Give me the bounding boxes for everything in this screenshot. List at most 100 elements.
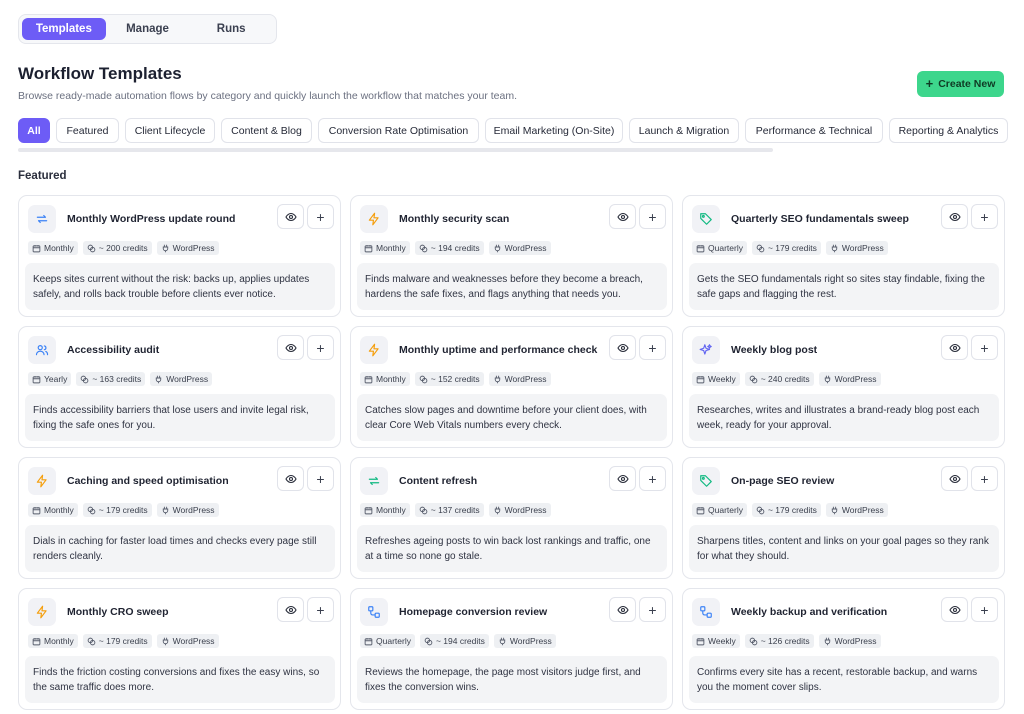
filter-reporting-analytics[interactable]: Reporting & Analytics: [889, 118, 1008, 143]
card-meta: Weekly ~ 126 credits WordPress: [692, 634, 881, 648]
coins-icon: [749, 637, 758, 645]
plus-icon: +: [316, 601, 325, 618]
plug-icon: [831, 244, 838, 252]
plus-icon: +: [980, 470, 989, 487]
platform-text: WordPress: [841, 505, 884, 515]
calendar-icon: [364, 244, 373, 252]
bolt-icon: [28, 598, 56, 626]
template-card[interactable]: Caching and speed optimisation + Monthly…: [18, 457, 341, 579]
template-card[interactable]: Content refresh + Monthly ~ 137 credits …: [350, 457, 673, 579]
plug-icon: [824, 375, 830, 383]
tab-templates[interactable]: Templates: [22, 18, 106, 40]
add-button[interactable]: +: [307, 204, 334, 229]
filter-scrollbar[interactable]: [18, 148, 773, 152]
preview-button[interactable]: [277, 466, 304, 491]
tag-icon: [692, 205, 720, 233]
card-meta: Yearly ~ 163 credits WordPress: [28, 372, 213, 386]
card-title: Homepage conversion review: [399, 606, 548, 618]
card-description: Researches, writes and illustrates a bra…: [689, 394, 999, 441]
template-card[interactable]: Homepage conversion review + Quarterly ~…: [350, 588, 673, 710]
template-card[interactable]: Monthly WordPress update round + Monthly…: [18, 195, 341, 317]
credits-text: ~ 179 credits: [767, 505, 817, 515]
calendar-icon: [364, 637, 373, 645]
preview-button[interactable]: [609, 466, 636, 491]
add-button[interactable]: +: [307, 466, 334, 491]
filter-content-blog[interactable]: Content & Blog: [221, 118, 312, 143]
platform-text: WordPress: [504, 374, 547, 384]
add-button[interactable]: +: [639, 466, 666, 491]
preview-button[interactable]: [941, 466, 968, 491]
preview-button[interactable]: [609, 335, 636, 360]
filter-client-lifecycle[interactable]: Client Lifecycle: [125, 118, 215, 143]
frequency-text: Monthly: [376, 243, 406, 253]
add-button[interactable]: +: [307, 597, 334, 622]
template-card[interactable]: Quarterly SEO fundamentals sweep + Quart…: [682, 195, 1005, 317]
frequency-text: Weekly: [708, 374, 736, 384]
template-card[interactable]: Monthly CRO sweep + Monthly ~ 179 credit…: [18, 588, 341, 710]
card-description: Confirms every site has a recent, restor…: [689, 656, 999, 703]
card-title: Monthly CRO sweep: [67, 606, 169, 618]
frequency-text: Weekly: [708, 636, 736, 646]
add-button[interactable]: +: [639, 204, 666, 229]
frequency-badge: Monthly: [28, 503, 78, 517]
filter-featured[interactable]: Featured: [56, 118, 119, 143]
filter-email-marketing[interactable]: Email Marketing (On-Site): [485, 118, 623, 143]
template-card[interactable]: Monthly uptime and performance check + M…: [350, 326, 673, 448]
tab-runs[interactable]: Runs: [189, 18, 273, 40]
plus-icon: +: [980, 208, 989, 225]
preview-button[interactable]: [609, 597, 636, 622]
card-title: On-page SEO review: [731, 475, 835, 487]
eye-icon: [948, 343, 961, 352]
frequency-text: Yearly: [44, 374, 68, 384]
calendar-icon: [696, 506, 705, 514]
credits-text: ~ 194 credits: [430, 243, 480, 253]
filter-conversion-rate-optimisation[interactable]: Conversion Rate Optimisation: [318, 118, 479, 143]
create-new-button[interactable]: + Create New: [917, 71, 1004, 97]
card-title: Accessibility audit: [67, 344, 160, 356]
frequency-text: Quarterly: [708, 243, 743, 253]
template-card[interactable]: Accessibility audit + Yearly ~ 163 credi…: [18, 326, 341, 448]
preview-button[interactable]: [277, 335, 304, 360]
preview-button[interactable]: [609, 204, 636, 229]
page-title: Workflow Templates: [18, 64, 182, 83]
eye-icon: [616, 343, 629, 352]
preview-button[interactable]: [277, 597, 304, 622]
add-button[interactable]: +: [971, 597, 998, 622]
frequency-badge: Yearly: [28, 372, 72, 386]
calendar-icon: [32, 375, 41, 383]
credits-text: ~ 179 credits: [767, 243, 817, 253]
preview-button[interactable]: [941, 597, 968, 622]
add-button[interactable]: +: [307, 335, 334, 360]
template-card[interactable]: Weekly backup and verification + Weekly …: [682, 588, 1005, 710]
tab-manage[interactable]: Manage: [106, 18, 190, 40]
preview-button[interactable]: [941, 335, 968, 360]
plug-icon: [831, 506, 838, 514]
preview-button[interactable]: [277, 204, 304, 229]
filter-all[interactable]: All: [18, 118, 50, 143]
preview-button[interactable]: [941, 204, 968, 229]
plus-icon: +: [648, 208, 657, 225]
frequency-text: Monthly: [376, 505, 406, 515]
add-button[interactable]: +: [639, 597, 666, 622]
filter-performance-technical[interactable]: Performance & Technical: [745, 118, 883, 143]
add-button[interactable]: +: [971, 335, 998, 360]
credits-text: ~ 126 credits: [760, 636, 810, 646]
credits-text: ~ 137 credits: [430, 505, 480, 515]
plug-icon: [162, 244, 168, 252]
add-button[interactable]: +: [971, 204, 998, 229]
platform-text: WordPress: [841, 243, 884, 253]
card-description: Dials in caching for faster load times a…: [25, 525, 335, 572]
add-button[interactable]: +: [971, 466, 998, 491]
add-button[interactable]: +: [639, 335, 666, 360]
template-card[interactable]: On-page SEO review + Quarterly ~ 179 cre…: [682, 457, 1005, 579]
template-card[interactable]: Monthly security scan + Monthly ~ 194 cr…: [350, 195, 673, 317]
card-description: Sharpens titles, content and links on yo…: [689, 525, 999, 572]
filter-launch-migration[interactable]: Launch & Migration: [629, 118, 739, 143]
card-description: Keeps sites current without the risk: ba…: [25, 263, 335, 310]
template-card[interactable]: Weekly blog post + Weekly ~ 240 credits …: [682, 326, 1005, 448]
eye-icon: [616, 605, 629, 614]
frequency-text: Monthly: [376, 374, 406, 384]
platform-text: WordPress: [172, 243, 215, 253]
credits-text: ~ 200 credits: [98, 243, 148, 253]
card-title: Monthly uptime and performance check: [399, 344, 598, 356]
